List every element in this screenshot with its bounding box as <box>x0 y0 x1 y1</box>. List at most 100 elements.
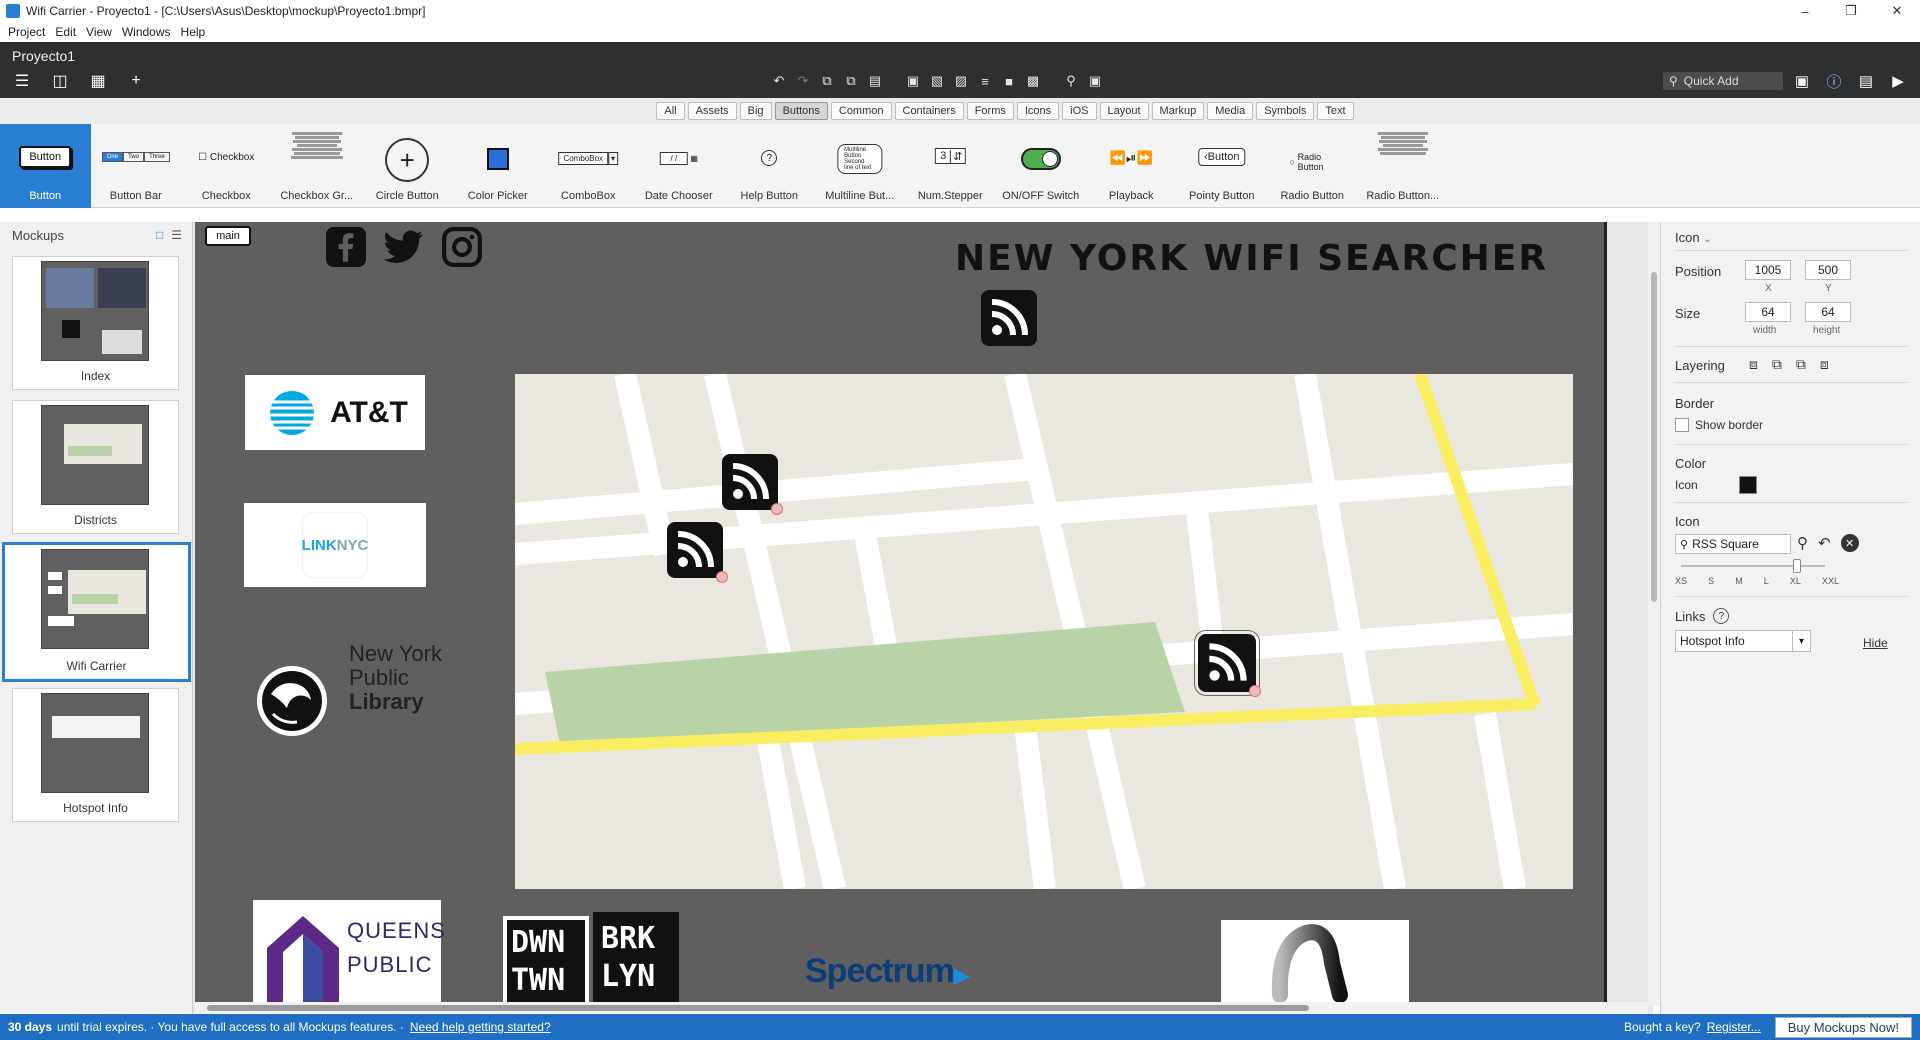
mockup-thumb-wifi-carrier[interactable]: Wifi Carrier <box>2 542 191 682</box>
hotspot-rss-icon[interactable] <box>722 454 783 515</box>
lock-icon[interactable]: ■ <box>1000 72 1018 90</box>
lib-color-picker[interactable]: Color Picker <box>453 124 544 208</box>
hide-link[interactable]: Hide <box>1863 636 1888 650</box>
nypl-logo[interactable]: New York Public Library <box>255 642 455 740</box>
align-icon[interactable]: ≡ <box>976 72 994 90</box>
browse-icons-icon[interactable]: ⚲ <box>1797 534 1808 552</box>
clear-icon[interactable]: ✕ <box>1840 534 1859 552</box>
panel-toggle-icon[interactable]: ▶ <box>1886 70 1910 92</box>
quick-add-input[interactable]: ⚲ Quick Add <box>1663 72 1783 90</box>
trash-icon[interactable]: ▩ <box>1024 72 1042 90</box>
lib-radio-button[interactable]: ○ Radio Button Radio Button <box>1267 124 1358 208</box>
lib-combobox[interactable]: ComboBox ▾ ComboBox <box>543 124 634 208</box>
copy-icon[interactable]: ⧉ <box>818 72 836 90</box>
send-backward-icon[interactable]: ⧉ <box>1796 356 1806 373</box>
help-icon[interactable]: ? <box>1713 608 1730 624</box>
menu-windows[interactable]: Windows <box>120 25 179 39</box>
restore-icon[interactable]: ❐ <box>1828 0 1874 22</box>
minimize-icon[interactable]: – <box>1782 0 1828 22</box>
undo-icon[interactable]: ↶ <box>770 72 788 90</box>
downtown-brooklyn-logo[interactable]: DWN TWN BRK LYN <box>503 912 679 1006</box>
notes-icon[interactable]: ▤ <box>1854 70 1878 92</box>
image-icon[interactable]: ▣ <box>1790 70 1814 92</box>
filter-tab-containers[interactable]: Containers <box>894 102 964 120</box>
info-icon[interactable]: ⓘ <box>1822 70 1846 92</box>
lib-checkbox[interactable]: ☐ Checkbox Checkbox <box>181 124 272 208</box>
lib-button[interactable]: Button Button <box>0 124 91 208</box>
clipboard-icon[interactable]: ▤ <box>866 72 884 90</box>
lib-button-bar[interactable]: One Two Three Button Bar <box>91 124 182 208</box>
lib-onoff-switch[interactable]: ON/OFF Switch <box>996 124 1087 208</box>
fullscreen-icon[interactable]: ▣ <box>1086 72 1104 90</box>
links-select[interactable]: Hotspot Info ▾ <box>1675 630 1811 652</box>
bring-front-icon[interactable]: ▨ <box>952 72 970 90</box>
help-link[interactable]: Need help getting started? <box>410 1020 551 1034</box>
menu-project[interactable]: Project <box>6 25 53 39</box>
icon-color-swatch[interactable] <box>1739 476 1757 494</box>
slider-handle[interactable] <box>1793 559 1801 573</box>
position-x-input[interactable]: 1005 <box>1745 260 1791 280</box>
add-icon[interactable]: + <box>124 70 148 92</box>
main-link-tag[interactable]: main <box>205 226 251 246</box>
lib-checkbox-group[interactable]: Checkbox Gr... <box>272 124 363 208</box>
show-border-checkbox[interactable] <box>1675 418 1689 432</box>
filter-tab-big[interactable]: Big <box>739 102 772 120</box>
send-to-back-icon[interactable]: ⧈ <box>1820 356 1829 373</box>
lib-multiline-button[interactable]: Multiline Button Second line of text Mult… <box>815 124 906 208</box>
inspector-type-dropdown[interactable]: Icon ⌄ <box>1675 230 1712 245</box>
size-width-input[interactable]: 64 <box>1745 302 1791 322</box>
filter-tab-icons[interactable]: Icons <box>1016 102 1060 120</box>
filter-tab-common[interactable]: Common <box>830 102 892 120</box>
facebook-icon[interactable] <box>325 226 367 268</box>
mockup-thumb-districts[interactable]: Districts <box>12 400 179 534</box>
icon-size-slider[interactable] <box>1681 559 1825 573</box>
lib-circle-button[interactable]: + Circle Button <box>362 124 453 208</box>
spectrum-logo[interactable]: Spectrum▶ <box>805 952 969 991</box>
paste-icon[interactable]: ⧉ <box>842 72 860 90</box>
bring-to-front-icon[interactable]: ⧈ <box>1749 356 1758 373</box>
lib-help-button[interactable]: ? Help Button <box>724 124 815 208</box>
size-height-input[interactable]: 64 <box>1805 302 1851 322</box>
mockup-thumb-hotspot-info[interactable]: Hotspot Info <box>12 688 179 822</box>
single-view-icon[interactable]: ◫ <box>48 70 72 92</box>
horizontal-scrollbar[interactable] <box>195 1002 1648 1014</box>
twitter-icon[interactable] <box>383 226 425 268</box>
icon-search-input[interactable]: ⚲ RSS Square <box>1675 534 1791 554</box>
filter-tab-layout[interactable]: Layout <box>1099 102 1149 120</box>
lib-pointy-button[interactable]: ‹ Button Pointy Button <box>1177 124 1268 208</box>
lib-num-stepper[interactable]: 3 ⇵ Num.Stepper <box>905 124 996 208</box>
altice-logo[interactable] <box>1221 920 1409 1006</box>
register-link[interactable]: Register... <box>1707 1020 1761 1034</box>
ungroup-icon[interactable]: ▧ <box>928 72 946 90</box>
menu-view[interactable]: View <box>84 25 120 39</box>
hotspot-rss-icon[interactable] <box>667 522 728 583</box>
filter-tab-markup[interactable]: Markup <box>1151 102 1205 120</box>
bring-forward-icon[interactable]: ⧉ <box>1772 356 1782 373</box>
buy-button[interactable]: Buy Mockups Now! <box>1774 1016 1912 1038</box>
filter-tab-assets[interactable]: Assets <box>687 102 737 120</box>
att-logo[interactable]: AT&T <box>245 375 425 450</box>
redo-icon[interactable]: ↷ <box>794 72 812 90</box>
linknyc-logo[interactable]: LINK NYC <box>244 503 426 587</box>
zoom-icon[interactable]: ⚲ <box>1062 72 1080 90</box>
filter-tab-forms[interactable]: Forms <box>966 102 1014 120</box>
hamburger-menu-icon[interactable]: ☰ <box>10 70 34 92</box>
lib-playback[interactable]: ⏪⏯⏩ Playback <box>1086 124 1177 208</box>
list-view-icon[interactable]: ☰ <box>171 228 182 242</box>
filter-tab-text[interactable]: Text <box>1317 102 1354 120</box>
filter-tab-all[interactable]: All <box>656 102 685 120</box>
grid-view-icon[interactable]: ▦ <box>86 70 110 92</box>
mockup-canvas[interactable]: main NEW YORK WIFI SEARCHER AT&T LINK NYC… <box>195 222 1607 1006</box>
lib-date-chooser[interactable]: / / ▦ Date Chooser <box>634 124 725 208</box>
filter-tab-symbols[interactable]: Symbols <box>1256 102 1315 120</box>
close-icon[interactable]: ✕ <box>1874 0 1920 22</box>
mockup-thumb-index[interactable]: Index <box>12 256 179 390</box>
lib-radio-button-group[interactable]: Radio Button... <box>1358 124 1449 208</box>
menu-help[interactable]: Help <box>179 25 214 39</box>
thumbnail-view-icon[interactable]: □ <box>156 228 163 242</box>
instagram-icon[interactable] <box>441 226 483 268</box>
vertical-scrollbar[interactable] <box>1648 222 1660 1006</box>
selected-rss-icon[interactable] <box>1194 630 1261 697</box>
filter-tab-buttons[interactable]: Buttons <box>774 102 828 120</box>
queens-library-logo[interactable]: QUEENS PUBLIC <box>253 900 445 1006</box>
